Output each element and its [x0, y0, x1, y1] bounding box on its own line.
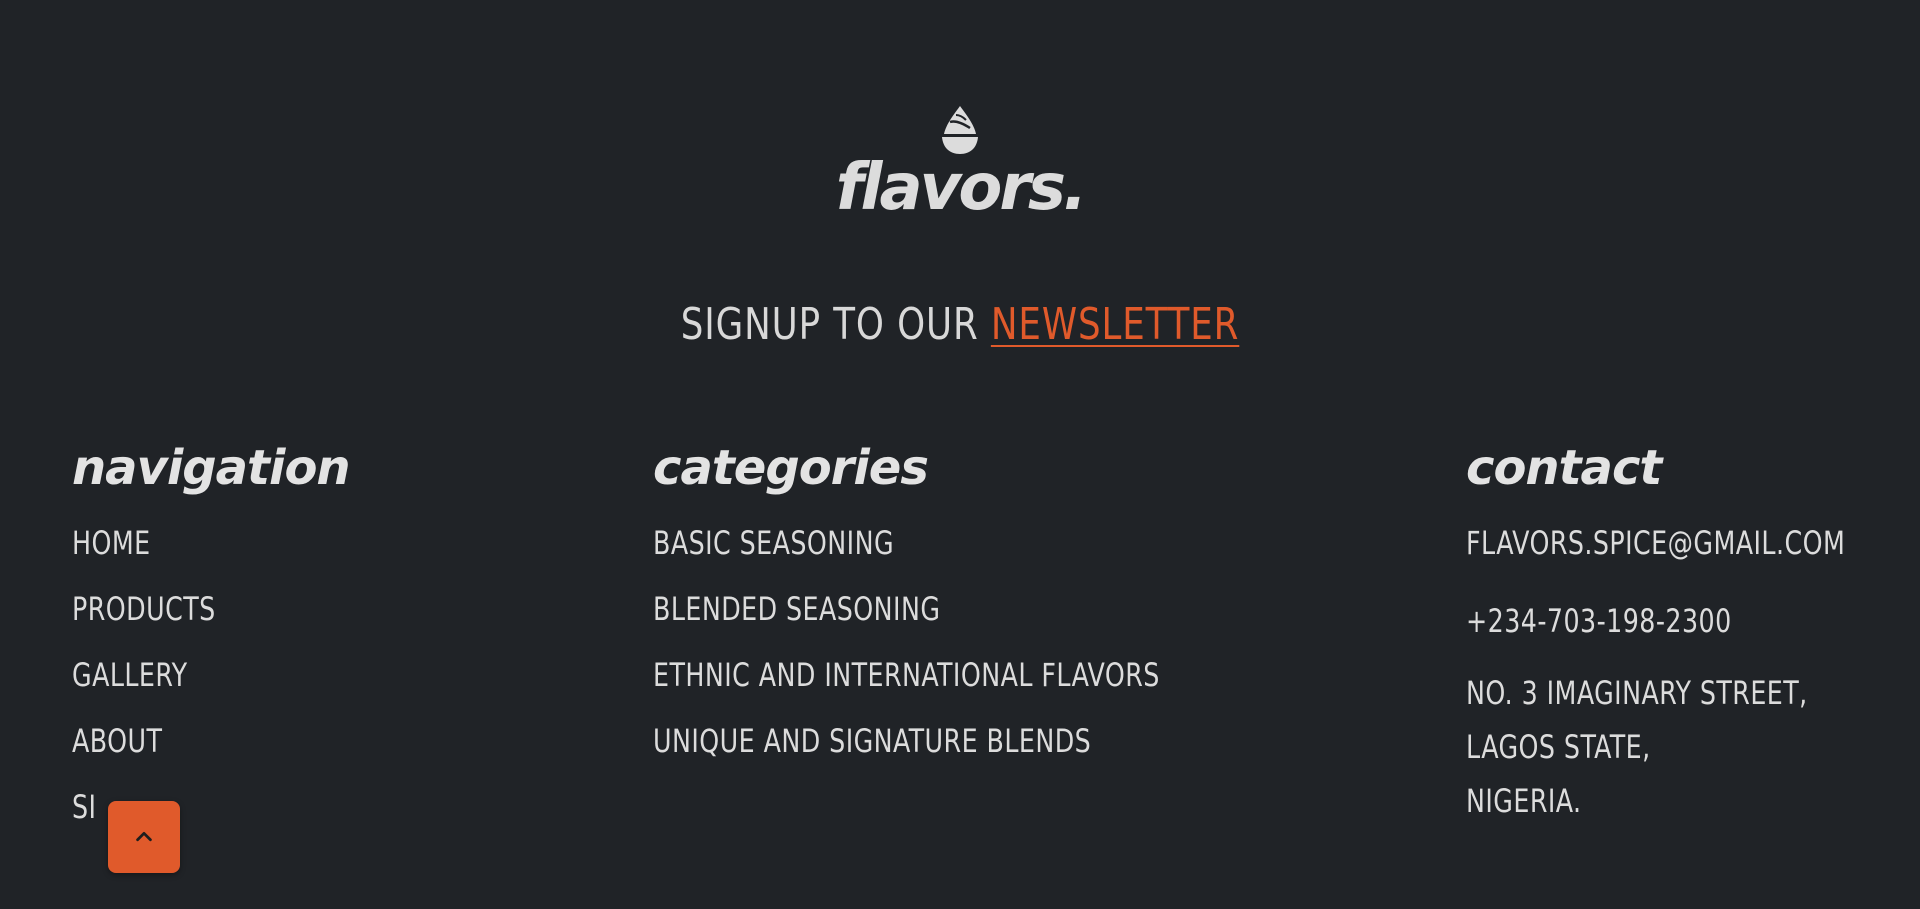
nav-link-products[interactable]: PRODUCTS [72, 576, 216, 642]
newsletter-signup: SIGNUP TO OUR NEWSLETTER [96, 297, 1824, 353]
chevron-up-icon [136, 831, 152, 842]
scroll-to-top-button[interactable] [108, 801, 180, 873]
category-link-ethnic-international[interactable]: ETHNIC AND INTERNATIONAL FLAVORS [653, 642, 1160, 708]
nav-link-home[interactable]: HOME [72, 510, 151, 576]
spice-mound-icon [942, 106, 978, 154]
address-line-2: LAGOS STATE, [1466, 728, 1651, 766]
contact-title: contact [1466, 440, 1662, 496]
navigation-title: navigation [72, 440, 351, 496]
nav-link-about[interactable]: ABOUT [72, 708, 162, 774]
contact-address: NO. 3 IMAGINARY STREET, LAGOS STATE, NIG… [1466, 666, 1845, 828]
nav-link-gallery[interactable]: GALLERY [72, 642, 188, 708]
brand-name: flavors. [835, 151, 1088, 225]
newsletter-link[interactable]: NEWSLETTER [991, 299, 1239, 350]
brand-logo[interactable]: flavors. [0, 104, 1920, 220]
address-line-1: NO. 3 IMAGINARY STREET, [1466, 674, 1808, 712]
categories-list: BASIC SEASONING BLENDED SEASONING ETHNIC… [653, 510, 1229, 774]
contact-column: contact FLAVORS.SPICE@GMAIL.COM +234-703… [1466, 440, 1897, 828]
contact-email[interactable]: FLAVORS.SPICE@GMAIL.COM [1466, 510, 1845, 576]
navigation-column: navigation HOME PRODUCTS GALLERY ABOUT S… [72, 440, 351, 840]
address-line-3: NIGERIA. [1466, 782, 1582, 820]
site-footer: flavors. SIGNUP TO OUR NEWSLETTER naviga… [0, 0, 1920, 909]
newsletter-prefix: SIGNUP TO OUR [680, 299, 979, 350]
category-link-signature-blends[interactable]: UNIQUE AND SIGNATURE BLENDS [653, 708, 1091, 774]
category-link-blended-seasoning[interactable]: BLENDED SEASONING [653, 576, 940, 642]
nav-link-partial[interactable]: SI [72, 774, 96, 840]
category-link-basic-seasoning[interactable]: BASIC SEASONING [653, 510, 894, 576]
categories-column: categories BASIC SEASONING BLENDED SEASO… [653, 440, 1229, 774]
categories-title: categories [653, 440, 929, 496]
contact-list: FLAVORS.SPICE@GMAIL.COM +234-703-198-230… [1466, 510, 1897, 828]
navigation-list: HOME PRODUCTS GALLERY ABOUT SI [72, 510, 350, 840]
contact-phone[interactable]: +234-703-198-2300 [1466, 588, 1845, 654]
